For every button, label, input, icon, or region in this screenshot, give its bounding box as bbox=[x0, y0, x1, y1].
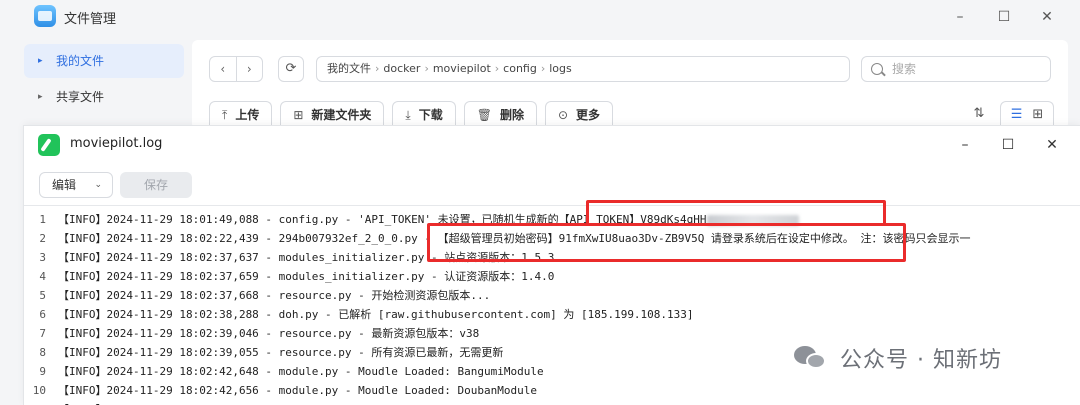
code-line: 11 【INFO】2024-11-29 18:02:42,662 - module… bbox=[24, 400, 1080, 405]
breadcrumb-item-current[interactable]: logs bbox=[549, 62, 572, 75]
highlight-box-admin-password bbox=[427, 223, 906, 262]
code-line: 6 【INFO】2024-11-29 18:02:38,288 - doh.py … bbox=[24, 305, 1080, 324]
line-content: 【INFO】2024-11-29 18:02:42,648 - module.p… bbox=[58, 365, 544, 378]
wechat-icon bbox=[794, 344, 828, 372]
editor-close-button[interactable]: ✕ bbox=[1039, 134, 1065, 156]
more-button[interactable]: ⊙ 更多 bbox=[544, 101, 614, 129]
file-manager-title: 文件管理 bbox=[64, 12, 117, 27]
line-number: 1 bbox=[39, 213, 46, 226]
line-content: 【INFO】2024-11-29 18:02:39,055 - resource… bbox=[58, 346, 504, 359]
download-button[interactable]: ⤓ 下载 bbox=[392, 101, 456, 129]
toolbar: ⤒ 上传 ⊞ 新建文件夹 ⤓ 下载 🗑 删除 ⊙ 更多 bbox=[209, 101, 614, 129]
editor-minimize-button[interactable]: – bbox=[952, 134, 978, 156]
line-text: 【INFO】2024-11-29 18:02:37,668 - resource… bbox=[58, 286, 490, 305]
new-folder-icon: ⊞ bbox=[293, 108, 304, 122]
line-content: 【INFO】2024-11-29 18:02:37,668 - resource… bbox=[58, 289, 491, 302]
more-icon: ⊙ bbox=[557, 108, 569, 122]
sidebar-item-my-files[interactable]: ▸ 我的文件 bbox=[24, 44, 184, 78]
breadcrumb-item[interactable]: docker bbox=[383, 62, 420, 75]
text-editor-logo-icon bbox=[38, 134, 60, 156]
editor-titlebar: moviepilot.log – ☐ ✕ bbox=[24, 126, 1080, 164]
new-folder-label: 新建文件夹 bbox=[311, 108, 372, 122]
list-view-icon[interactable]: ☰ bbox=[1011, 107, 1023, 122]
breadcrumb[interactable]: 我的文件 › docker › moviepilot › config › logs bbox=[316, 56, 850, 82]
chevron-right-icon: ▸ bbox=[38, 92, 43, 102]
edit-menu-button[interactable]: 编辑 ⌄ bbox=[39, 172, 113, 198]
line-text: 【INFO】2024-11-29 18:02:39,055 - resource… bbox=[58, 343, 503, 362]
more-label: 更多 bbox=[576, 108, 601, 122]
line-number: 8 bbox=[39, 346, 46, 359]
chevron-right-icon: ▸ bbox=[38, 56, 43, 66]
line-content: 【INFO】2024-11-29 18:02:38,288 - doh.py -… bbox=[58, 308, 694, 321]
editor-title: moviepilot.log bbox=[70, 136, 163, 151]
breadcrumb-separator: › bbox=[540, 62, 546, 75]
upload-icon: ⤒ bbox=[222, 108, 228, 122]
chevron-down-icon: ⌄ bbox=[94, 180, 102, 190]
watermark: 公众号 · 知新坊 bbox=[794, 340, 1002, 376]
line-number: 10 bbox=[32, 384, 46, 397]
edit-menu-label: 编辑 bbox=[52, 178, 77, 192]
line-number: 7 bbox=[39, 327, 46, 340]
line-text: 【INFO】2024-11-29 18:02:42,648 - module.p… bbox=[58, 362, 544, 381]
maximize-button[interactable]: ☐ bbox=[991, 6, 1017, 28]
breadcrumb-item[interactable]: 我的文件 bbox=[327, 62, 371, 75]
file-manager-titlebar: 文件管理 – ☐ ✕ bbox=[0, 0, 1080, 34]
code-line: 10 【INFO】2024-11-29 18:02:42,656 - module… bbox=[24, 381, 1080, 400]
breadcrumb-separator: › bbox=[424, 62, 429, 75]
breadcrumb-item[interactable]: moviepilot bbox=[433, 62, 491, 75]
nav-buttons: ‹ › bbox=[209, 56, 263, 82]
minimize-button[interactable]: – bbox=[947, 6, 973, 28]
search-input[interactable]: 搜索 bbox=[861, 56, 1051, 82]
upload-button[interactable]: ⤒ 上传 bbox=[209, 101, 273, 129]
line-number: 9 bbox=[39, 365, 46, 378]
code-line: 4 【INFO】2024-11-29 18:02:37,659 - modules… bbox=[24, 267, 1080, 286]
file-manager-window: 文件管理 – ☐ ✕ ▸ 我的文件 ▸ 共享文件 ‹ › ⟳ 我的文件 › dock… bbox=[0, 0, 1080, 405]
breadcrumb-separator: › bbox=[375, 62, 380, 75]
line-text: 【INFO】2024-11-29 18:02:37,659 - modules_… bbox=[58, 267, 554, 286]
sidebar-item-label: 共享文件 bbox=[56, 90, 105, 104]
line-number: 4 bbox=[39, 270, 46, 283]
line-number: 5 bbox=[39, 289, 46, 302]
editor-toolbar: 编辑 ⌄ 保存 bbox=[24, 168, 1080, 200]
search-icon bbox=[871, 63, 883, 75]
download-icon: ⤓ bbox=[405, 108, 411, 122]
line-content: 【INFO】2024-11-29 18:02:39,046 - resource… bbox=[58, 327, 480, 340]
forward-button[interactable]: › bbox=[235, 57, 263, 81]
line-number: 11 bbox=[24, 400, 46, 405]
delete-button[interactable]: 🗑 删除 bbox=[463, 101, 537, 129]
breadcrumb-separator: › bbox=[494, 62, 500, 75]
line-number: 3 bbox=[39, 251, 46, 264]
search-placeholder: 搜索 bbox=[892, 62, 917, 76]
sort-icon[interactable]: ⇅ bbox=[965, 101, 993, 129]
sidebar: ▸ 我的文件 ▸ 共享文件 bbox=[18, 40, 184, 130]
line-content: 【INFO】2024-11-29 18:02:42,656 - module.p… bbox=[58, 384, 537, 397]
watermark-text: 公众号 · 知新坊 bbox=[840, 348, 1002, 373]
view-toggle: ☰ ⊞ bbox=[1000, 101, 1054, 129]
breadcrumb-item[interactable]: config bbox=[503, 62, 537, 75]
line-text: 【INFO】2024-11-29 18:02:39,046 - resource… bbox=[58, 324, 479, 343]
delete-label: 删除 bbox=[499, 108, 524, 122]
line-text: 【INFO】2024-11-29 18:02:38,288 - doh.py -… bbox=[58, 305, 694, 324]
sidebar-item-shared-files[interactable]: ▸ 共享文件 bbox=[24, 80, 184, 114]
line-text: 【INFO】2024-11-29 18:02:42,662 - module.p… bbox=[58, 400, 537, 405]
download-label: 下载 bbox=[418, 108, 443, 122]
line-content: 【INFO】2024-11-29 18:02:37,659 - modules_… bbox=[58, 270, 555, 283]
editor-divider bbox=[24, 205, 1080, 206]
line-text: 【INFO】2024-11-29 18:02:42,656 - module.p… bbox=[58, 381, 537, 400]
refresh-button[interactable]: ⟳ bbox=[278, 56, 304, 82]
line-number: 2 bbox=[39, 232, 46, 245]
line-number: 6 bbox=[39, 308, 46, 321]
trash-icon: 🗑 bbox=[476, 108, 492, 122]
sidebar-item-label: 我的文件 bbox=[56, 54, 105, 68]
save-button[interactable]: 保存 bbox=[120, 172, 192, 198]
editor-maximize-button[interactable]: ☐ bbox=[995, 134, 1021, 156]
back-button[interactable]: ‹ bbox=[210, 57, 236, 81]
main-panel: ‹ › ⟳ 我的文件 › docker › moviepilot › config › logs… bbox=[192, 40, 1068, 130]
code-line: 5 【INFO】2024-11-29 18:02:37,668 - resourc… bbox=[24, 286, 1080, 305]
grid-view-icon[interactable]: ⊞ bbox=[1032, 107, 1043, 122]
file-manager-logo-icon bbox=[34, 5, 56, 27]
upload-label: 上传 bbox=[235, 108, 260, 122]
new-folder-button[interactable]: ⊞ 新建文件夹 bbox=[280, 101, 385, 129]
close-button[interactable]: ✕ bbox=[1034, 6, 1060, 28]
